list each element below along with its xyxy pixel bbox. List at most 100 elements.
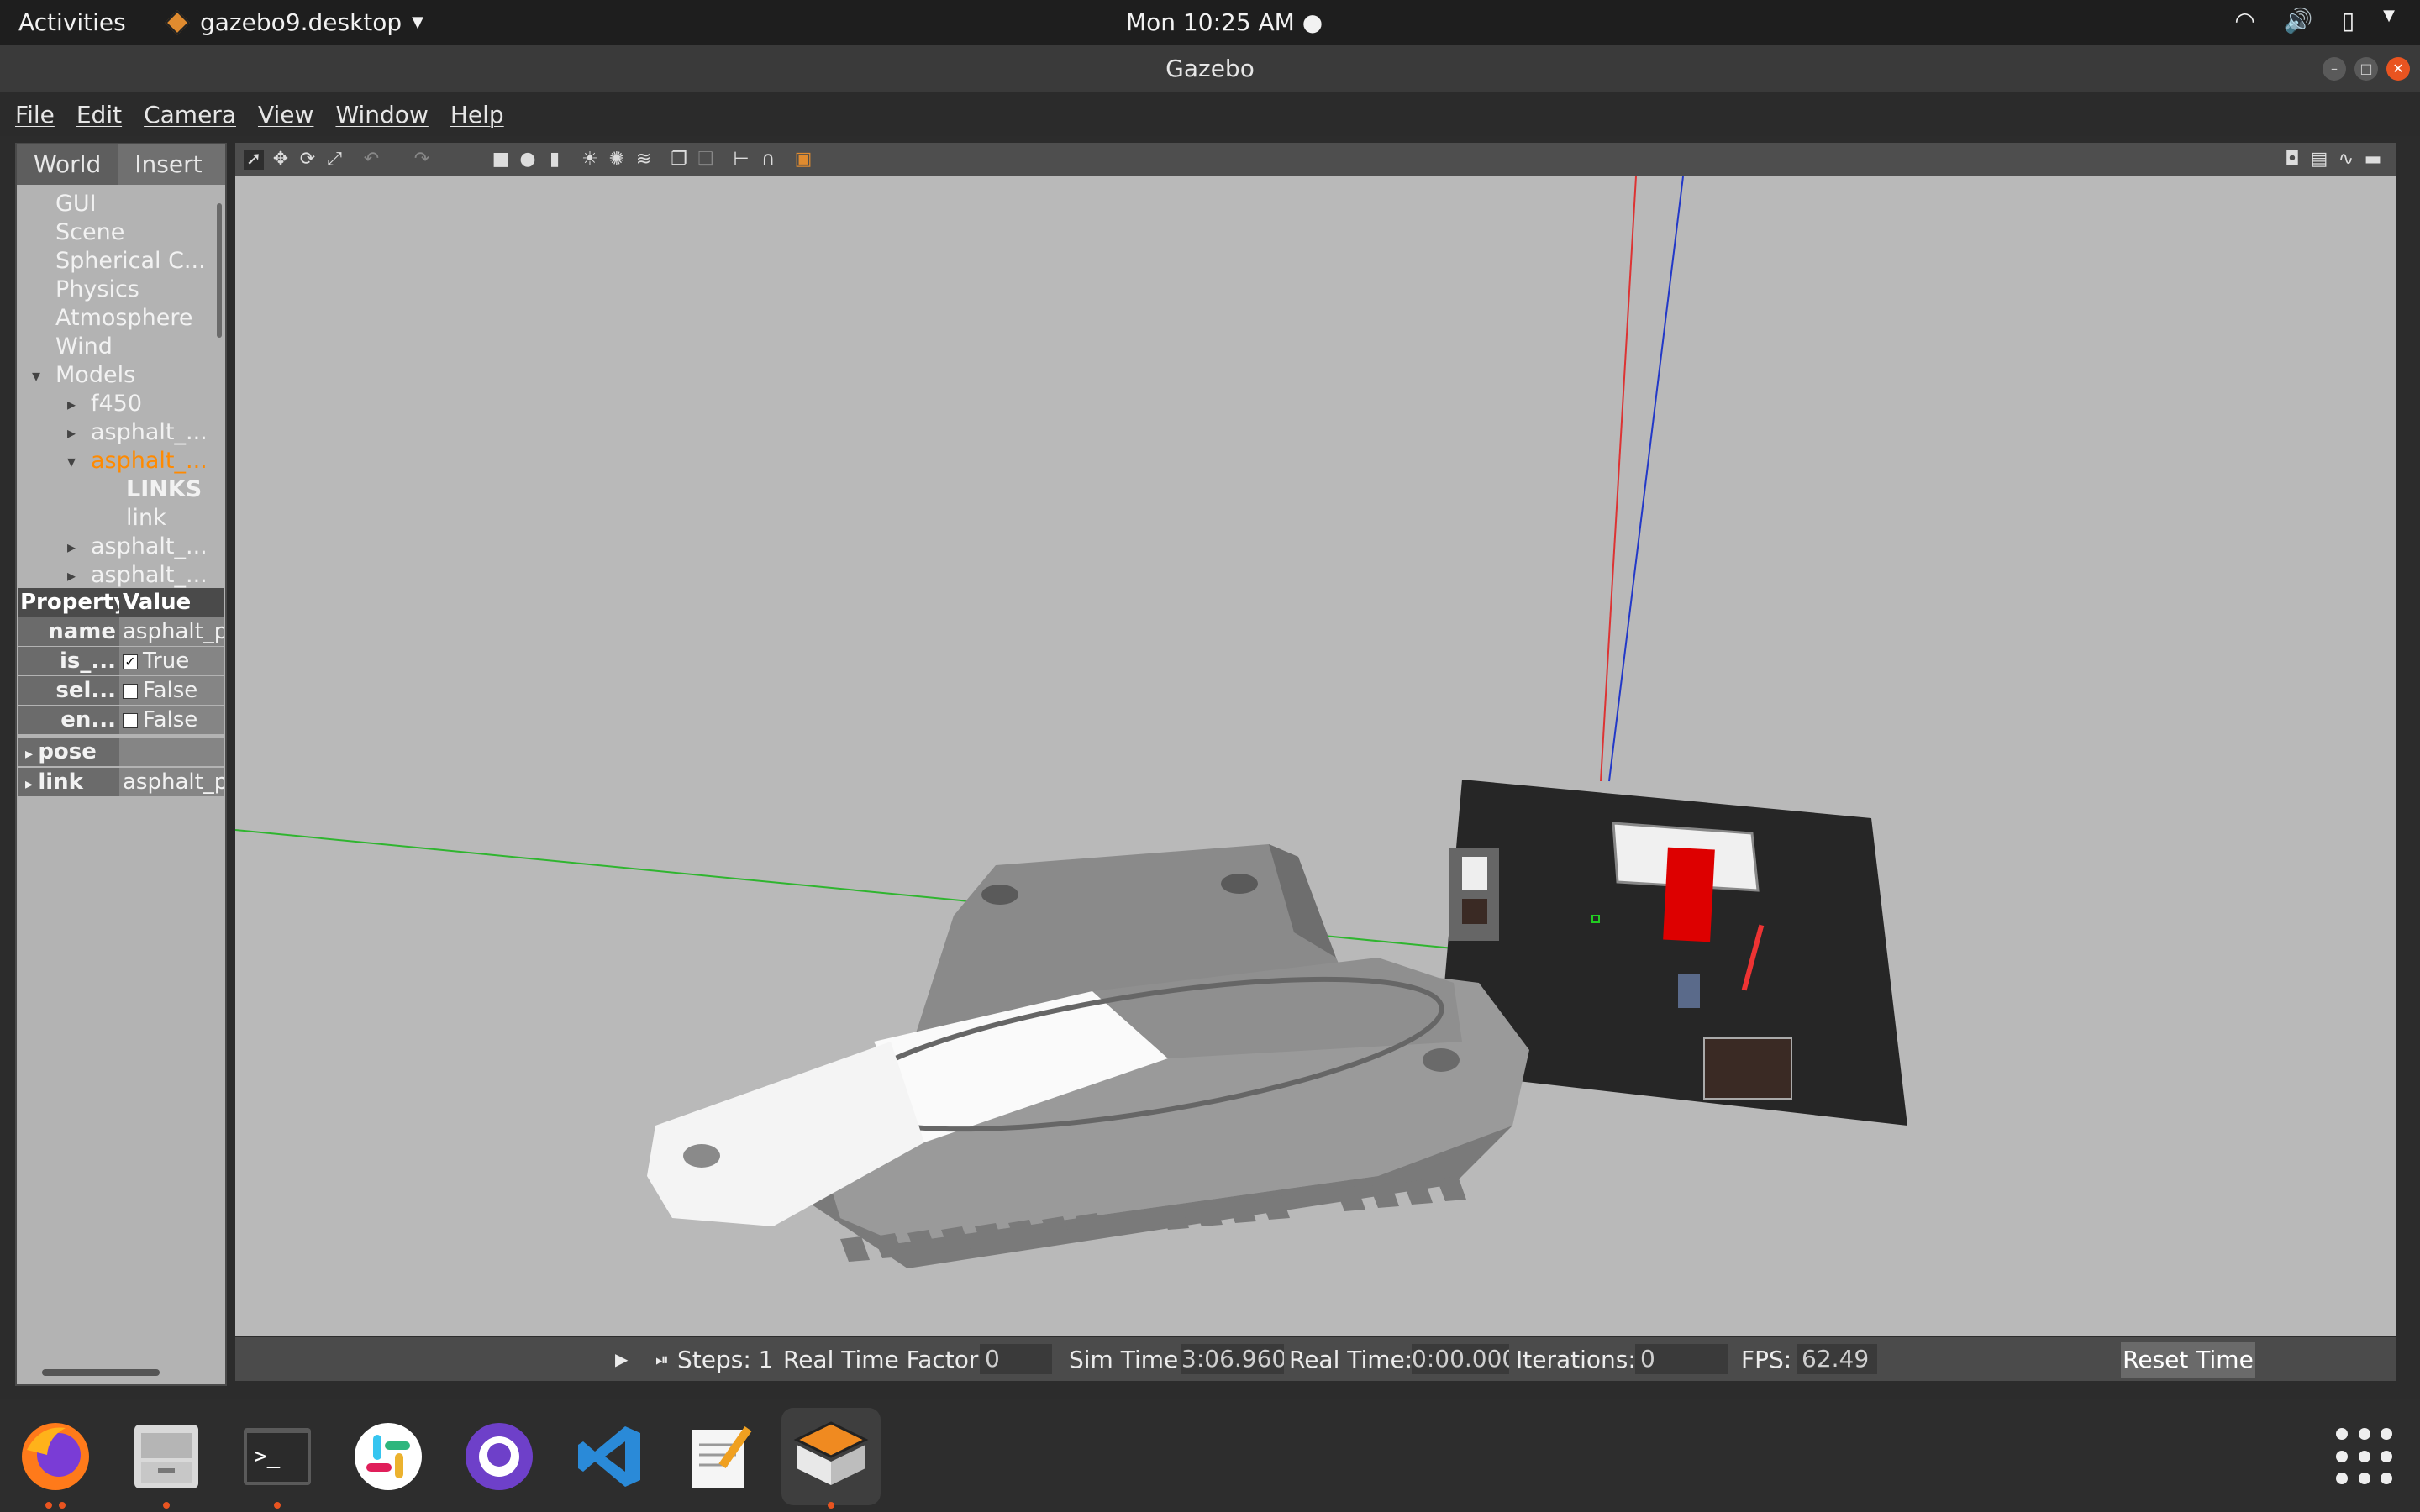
tab-world[interactable]: World — [17, 144, 118, 185]
tree-item[interactable]: Physics — [17, 276, 218, 304]
text-editor-icon[interactable] — [681, 1416, 761, 1497]
redo-icon[interactable]: ↷ — [412, 150, 432, 170]
panel-tabs: World Insert — [17, 144, 225, 185]
copy-icon[interactable]: ❐ — [669, 150, 689, 170]
translate-mode-icon[interactable]: ✥ — [271, 150, 291, 170]
expandable-property-row[interactable]: ▸ link asphalt_p — [18, 768, 224, 796]
tree-item[interactable]: ▸ asphalt_... — [17, 533, 218, 561]
plot-icon[interactable]: ∿ — [2336, 150, 2356, 170]
tree-item[interactable]: ▾ Models — [17, 361, 218, 390]
tree-item[interactable]: GUI — [17, 190, 218, 218]
minimize-button[interactable]: – — [2323, 57, 2346, 81]
expand-arrow-right-icon[interactable]: ▸ — [25, 775, 38, 793]
property-value[interactable]: ✓ True — [119, 647, 224, 675]
property-table: Property Value name asphalt_p is_... ✓ True s… — [18, 588, 224, 796]
expand-arrow-down-icon[interactable]: ▾ — [67, 447, 76, 475]
clock[interactable]: Mon 10:25 AM ● — [1126, 8, 1323, 36]
tree-item[interactable]: link — [17, 504, 218, 533]
expand-arrow-right-icon[interactable]: ▸ — [67, 533, 76, 561]
files-icon[interactable] — [126, 1416, 207, 1509]
rotate-mode-icon[interactable]: ⟳ — [297, 150, 318, 170]
tree-item-label: asphalt_... — [91, 448, 208, 474]
property-row: en... False — [18, 706, 224, 734]
tree-scrollbar[interactable] — [217, 203, 222, 338]
scale-mode-icon[interactable]: ⤢ — [324, 150, 345, 170]
paste-icon[interactable]: ❏ — [696, 150, 716, 170]
show-applications-icon[interactable] — [2336, 1428, 2395, 1487]
chevron-down-icon: ▼ — [412, 13, 424, 31]
app-menu[interactable]: gazebo9.desktop ▼ — [165, 8, 424, 36]
box-shape-icon[interactable]: ■ — [491, 150, 511, 170]
snap-icon[interactable]: ∩ — [758, 150, 778, 170]
checkbox-checked-icon[interactable]: ✓ — [123, 654, 138, 669]
panel-horizontal-scrollbar[interactable] — [42, 1369, 160, 1376]
menu-view[interactable]: View — [258, 101, 313, 129]
undo-icon[interactable]: ↶ — [361, 150, 381, 170]
chevron-down-icon[interactable]: ▼ — [2383, 7, 2395, 34]
steps-control[interactable]: Steps: 1 — [677, 1346, 774, 1373]
gazebo-icon[interactable] — [781, 1408, 881, 1509]
tree-item[interactable]: ▾ asphalt_... — [17, 447, 218, 475]
wifi-icon[interactable]: ◠ — [2234, 7, 2254, 34]
vscode-icon[interactable] — [570, 1416, 650, 1497]
expand-arrow-right-icon[interactable]: ▸ — [67, 418, 76, 447]
property-value[interactable]: False — [119, 676, 224, 705]
checkbox-unchecked-icon[interactable] — [123, 683, 138, 699]
dock: >_ — [0, 1399, 2420, 1512]
system-tray[interactable]: ◠ 🔊 ▯ ▼ — [2234, 7, 2395, 34]
property-key: link — [38, 769, 83, 795]
3d-viewport[interactable] — [235, 176, 2396, 1336]
tree-item-label: link — [126, 505, 166, 531]
volume-icon[interactable]: 🔊 — [2284, 7, 2313, 34]
play-pause-icon[interactable]: ▶ — [615, 1349, 628, 1369]
tree-item[interactable]: ▸ f450 — [17, 390, 218, 418]
terminal-icon[interactable]: >_ — [237, 1416, 318, 1509]
expand-arrow-down-icon[interactable]: ▾ — [32, 361, 40, 390]
tab-insert[interactable]: Insert — [118, 144, 218, 185]
change-view-icon[interactable]: ▣ — [793, 150, 813, 170]
point-light-icon[interactable]: ☀ — [580, 150, 600, 170]
property-value[interactable]: False — [119, 706, 224, 734]
close-button[interactable]: ✕ — [2386, 57, 2410, 81]
step-icon[interactable]: ⏯ — [655, 1349, 669, 1369]
battery-icon[interactable]: ▯ — [2342, 7, 2354, 34]
activities-button[interactable]: Activities — [18, 8, 126, 36]
real-time-label: Real Time: — [1289, 1346, 1413, 1373]
github-desktop-icon[interactable] — [459, 1416, 539, 1497]
value-column-header: Value — [119, 588, 224, 617]
tree-item[interactable]: LINKS — [17, 475, 218, 504]
expand-arrow-right-icon[interactable]: ▸ — [25, 745, 38, 763]
tree-item-label: GUI — [55, 191, 97, 217]
maximize-button[interactable]: □ — [2354, 57, 2378, 81]
menu-help[interactable]: Help — [450, 101, 504, 129]
reset-time-button[interactable]: Reset Time — [2121, 1342, 2255, 1378]
tree-item[interactable]: Scene — [17, 218, 218, 247]
tree-item[interactable]: ▸ asphalt_... — [17, 561, 218, 590]
property-value-text: True — [143, 648, 190, 674]
spot-light-icon[interactable]: ✺ — [607, 150, 627, 170]
menu-camera[interactable]: Camera — [144, 101, 236, 129]
slack-icon[interactable] — [348, 1416, 429, 1497]
tree-item[interactable]: Spherical C... — [17, 247, 218, 276]
menu-window[interactable]: Window — [335, 101, 428, 129]
expand-arrow-right-icon[interactable]: ▸ — [67, 561, 76, 590]
tree-item[interactable]: ▸ asphalt_... — [17, 418, 218, 447]
expand-arrow-right-icon[interactable]: ▸ — [67, 390, 76, 418]
firefox-icon[interactable] — [15, 1416, 96, 1509]
expandable-property-row[interactable]: ▸ pose — [18, 738, 224, 766]
checkbox-unchecked-icon[interactable] — [123, 712, 138, 728]
align-icon[interactable]: ⊢ — [731, 150, 751, 170]
log-icon[interactable]: ▤ — [2309, 150, 2329, 170]
video-record-icon[interactable]: ▬ — [2363, 150, 2383, 170]
select-mode-icon[interactable]: ➚ — [244, 150, 264, 170]
tree-item[interactable]: Wind — [17, 333, 218, 361]
cylinder-shape-icon[interactable]: ▮ — [544, 150, 565, 170]
sphere-shape-icon[interactable]: ● — [518, 150, 538, 170]
tree-item[interactable]: Atmosphere — [17, 304, 218, 333]
menu-edit[interactable]: Edit — [76, 101, 122, 129]
screenshot-icon[interactable]: ◘ — [2282, 150, 2302, 170]
directional-light-icon[interactable]: ≋ — [634, 150, 654, 170]
menu-file[interactable]: File — [15, 101, 55, 129]
menu-bar: File Edit Camera View Window Help — [0, 92, 2420, 136]
fps-label: FPS: — [1741, 1346, 1792, 1373]
